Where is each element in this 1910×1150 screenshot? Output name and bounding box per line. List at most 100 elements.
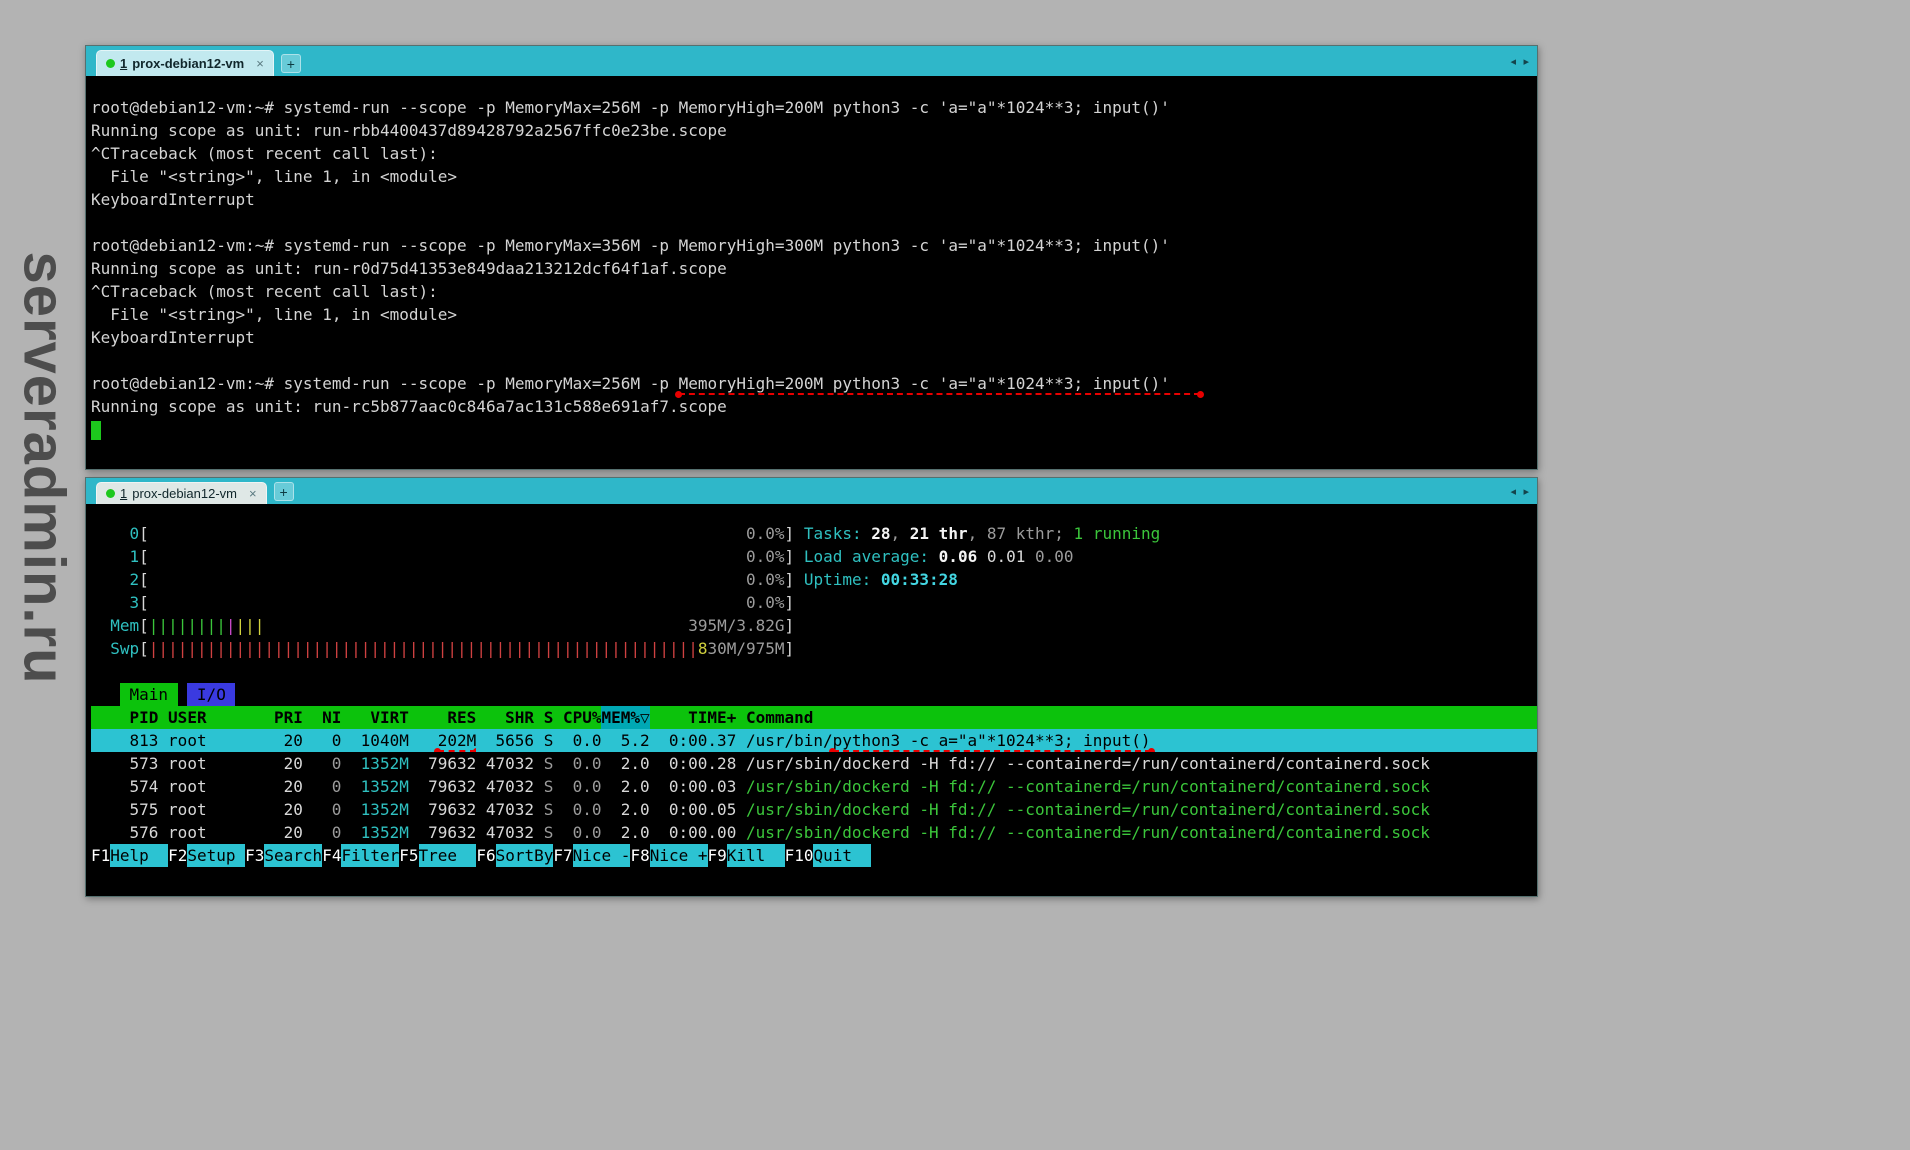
column-header-pid[interactable]: PID xyxy=(91,706,158,729)
fkey-number: F10 xyxy=(785,844,814,867)
fkey-f10[interactable]: F10Quit xyxy=(785,844,872,867)
fkey-f7[interactable]: F7Nice - xyxy=(553,844,630,867)
tab-close-icon[interactable]: × xyxy=(249,486,257,501)
cell: 79632 xyxy=(409,775,476,798)
cell: 0.0 xyxy=(553,752,601,775)
cell: 47032 xyxy=(476,775,534,798)
terminal-line: ^CTraceback (most recent call last): xyxy=(91,280,1537,303)
terminal-window-bottom: 1 prox-debian12-vm × + ◂ ▸ 0[0.0%]Tasks:… xyxy=(85,477,1538,897)
command-text: /usr/sbin/dockerd -H fd:// --containerd=… xyxy=(746,777,1430,796)
info-text: ; xyxy=(1054,524,1073,543)
column-header-shr[interactable]: SHR xyxy=(476,706,534,729)
cell: 2.0 xyxy=(601,821,649,844)
fkey-action: Nice - xyxy=(573,844,631,867)
mem-meter-value: 395M/3.82G xyxy=(688,614,784,637)
fkey-number: F5 xyxy=(399,844,418,867)
column-header-cpu[interactable]: CPU% xyxy=(553,706,601,729)
meter-bracket: [ xyxy=(139,591,149,614)
fkey-f1[interactable]: F1Help xyxy=(91,844,168,867)
column-header-pri[interactable]: PRI xyxy=(255,706,303,729)
terminal-text: KeyboardInterrupt xyxy=(91,190,255,209)
fkey-f6[interactable]: F6SortBy xyxy=(476,844,553,867)
column-header-mem[interactable]: MEM%▽ xyxy=(601,706,649,729)
fkey-f9[interactable]: F9Kill xyxy=(708,844,785,867)
screen-tab-main[interactable]: Main xyxy=(120,683,178,706)
process-row[interactable]: 576root2001352M7963247032S0.02.00:00.00/… xyxy=(91,821,1537,844)
column-header-virt[interactable]: VIRT xyxy=(341,706,408,729)
meter-bracket: [ xyxy=(139,614,149,637)
fkey-action: Filter xyxy=(341,844,399,867)
fkey-f3[interactable]: F3Search xyxy=(245,844,322,867)
info-text: 0.01 xyxy=(987,547,1035,566)
fkey-action: Search xyxy=(264,844,322,867)
process-table-header[interactable]: PID USERPRINIVIRTRESSHRSCPU%MEM%▽TIME+ Com… xyxy=(91,706,1537,729)
command-text: /usr/sbin/dockerd -H fd:// --containerd=… xyxy=(746,800,1430,819)
cell: 79632 xyxy=(409,821,476,844)
column-header-res[interactable]: RES xyxy=(409,706,476,729)
cpu-meter-value: 0.0% xyxy=(746,522,785,545)
column-header-ni[interactable]: NI xyxy=(303,706,342,729)
meter-label: 0 xyxy=(91,522,139,545)
fkey-f5[interactable]: F5Tree xyxy=(399,844,476,867)
tab-close-icon[interactable]: × xyxy=(256,56,264,71)
meter-fill xyxy=(149,568,746,591)
meter-bracket: ] xyxy=(785,637,795,660)
cpu-meter-value: 0.0% xyxy=(746,591,785,614)
process-row[interactable]: 575root2001352M7963247032S0.02.00:00.05/… xyxy=(91,798,1537,821)
tab-scroll-arrows-icon[interactable]: ◂ ▸ xyxy=(1510,485,1531,498)
cell: 1352M xyxy=(341,775,408,798)
tab-prox-debian12-vm[interactable]: 1 prox-debian12-vm × xyxy=(96,482,267,504)
terminal-line: Running scope as unit: run-r0d75d41353e8… xyxy=(91,257,1537,280)
htop-screen[interactable]: 0[0.0%]Tasks: 28, 21 thr, 87 kthr; 1 run… xyxy=(86,504,1537,896)
terminal-line: root@debian12-vm:~# systemd-run --scope … xyxy=(91,96,1537,119)
terminal-line: ^CTraceback (most recent call last): xyxy=(91,142,1537,165)
htop-line: Mem[||||||||||||395M/3.82G] xyxy=(91,614,1537,637)
cell: 47032 xyxy=(476,798,534,821)
new-tab-button[interactable]: + xyxy=(274,482,294,501)
cell: S xyxy=(534,775,553,798)
meter-bar: 0.0% xyxy=(149,568,785,591)
terminal-text: ^CTraceback (most recent call last): xyxy=(91,144,438,163)
tab-scroll-arrows-icon[interactable]: ◂ ▸ xyxy=(1510,55,1531,68)
fkey-f8[interactable]: F8Nice + xyxy=(630,844,707,867)
fkey-f4[interactable]: F4Filter xyxy=(322,844,399,867)
process-row[interactable]: 573root2001352M7963247032S0.02.00:00.28/… xyxy=(91,752,1537,775)
cell: 20 xyxy=(255,729,303,752)
column-header-s[interactable]: S xyxy=(534,706,553,729)
cell: 79632 xyxy=(409,798,476,821)
cell: 20 xyxy=(255,821,303,844)
terminal-text: File "<string>", line 1, in <module> xyxy=(91,167,457,186)
column-header-command[interactable]: Command xyxy=(746,706,1537,729)
meter-bracket: ] xyxy=(785,522,795,545)
terminal-text: root@debian12-vm:~# systemd-run --scope … xyxy=(91,374,679,393)
info-text: 0.06 xyxy=(939,547,987,566)
terminal-line: KeyboardInterrupt xyxy=(91,326,1537,349)
process-row[interactable]: 574root2001352M7963247032S0.02.00:00.03/… xyxy=(91,775,1537,798)
column-header-user[interactable]: USER xyxy=(168,706,255,729)
column-header-time[interactable]: TIME+ xyxy=(650,706,737,729)
cell-res: 202M xyxy=(409,729,476,752)
cell: 1040M xyxy=(341,729,408,752)
info-text: 28 xyxy=(871,524,890,543)
tab-status-dot xyxy=(106,59,115,68)
cell: S xyxy=(534,821,553,844)
process-row[interactable]: 813root2001040M202M5656S0.05.20:00.37/us… xyxy=(91,729,1537,752)
cell: 0 xyxy=(303,752,342,775)
terminal-text: File "<string>", line 1, in <module> xyxy=(91,305,457,324)
tab-prox-debian12-vm[interactable]: 1 prox-debian12-vm × xyxy=(96,50,274,76)
cell: 0:00.37 xyxy=(650,729,737,752)
fkey-number: F1 xyxy=(91,844,110,867)
screen-tab-io[interactable]: I/O xyxy=(187,683,235,706)
tab-status-dot xyxy=(106,489,115,498)
fkey-f2[interactable]: F2Setup xyxy=(168,844,245,867)
cell: root xyxy=(168,798,255,821)
cell: root xyxy=(168,752,255,775)
cell: S xyxy=(534,752,553,775)
terminal-output-top[interactable]: root@debian12-vm:~# systemd-run --scope … xyxy=(86,76,1537,469)
new-tab-button[interactable]: + xyxy=(281,54,301,73)
cell-command: /usr/sbin/dockerd -H fd:// --containerd=… xyxy=(746,775,1537,798)
info-text: , xyxy=(891,524,910,543)
cell: 0.0 xyxy=(553,798,601,821)
watermark: serveradmin.ru xyxy=(11,251,78,684)
terminal-window-top: 1 prox-debian12-vm × + ◂ ▸ root@debian12… xyxy=(85,45,1538,470)
